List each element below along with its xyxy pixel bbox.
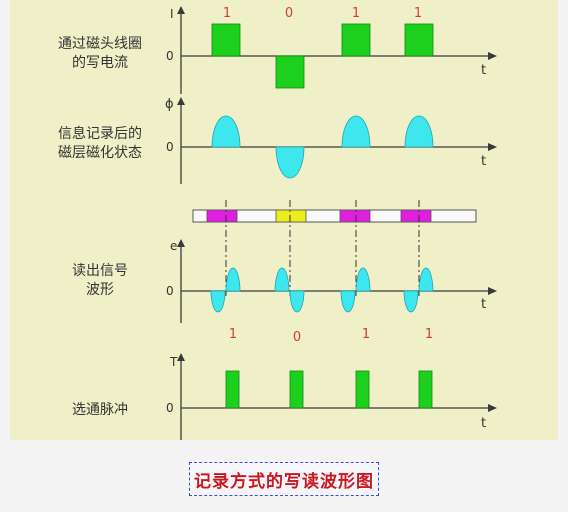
bit-label: 0 [293, 330, 301, 345]
bit-label: 0 [285, 6, 293, 21]
row-label-line: 信息记录后的 [58, 125, 142, 142]
zero-label: 0 [166, 140, 174, 154]
time-label: t [481, 416, 486, 431]
write-pulse-positive [404, 23, 434, 57]
y-axis-symbol: T [169, 355, 178, 369]
bit-label: 1 [425, 327, 433, 342]
row-label-line: 磁层磁化状态 [58, 145, 142, 161]
strobe-pulse [289, 370, 304, 409]
strobe-pulse [355, 370, 370, 409]
bit-label: 1 [352, 6, 360, 21]
recording-medium-strip [192, 209, 477, 223]
bit-label: 1 [414, 6, 422, 21]
row-label-line: 选通脉冲 [72, 402, 128, 418]
row-label-line: 读出信号 [72, 262, 128, 279]
write-pulse-negative [275, 55, 305, 89]
figure-caption-box: 记录方式的写读波形图 [189, 462, 379, 496]
y-axis-symbol: e [170, 239, 177, 253]
y-axis-symbol: ϕ [165, 97, 174, 112]
y-axis-symbol: I [170, 7, 174, 21]
magnetized-cell [400, 209, 432, 223]
magnetized-cell [206, 209, 238, 223]
time-label: t [481, 297, 486, 312]
bit-label: 1 [362, 327, 370, 342]
zero-label: 0 [166, 284, 174, 298]
time-label: t [481, 154, 486, 169]
write-pulse-positive [211, 23, 241, 57]
figure-caption: 记录方式的写读波形图 [194, 471, 374, 492]
strobe-pulse [418, 370, 433, 409]
zero-label: 0 [166, 49, 174, 63]
strobe-pulse [225, 370, 240, 409]
row-label-line: 的写电流 [72, 55, 128, 71]
bit-label: 1 [229, 327, 237, 342]
row-label-line: 波形 [86, 282, 114, 298]
time-label: t [481, 63, 486, 78]
bit-label: 1 [223, 6, 231, 21]
magnetized-cell [275, 209, 307, 223]
waveform-diagram: 1 0 1 1 通过磁头线圈 的写电流 I 0 t 信息记录后的 磁层磁化状态 … [10, 0, 558, 440]
magnetized-cell [339, 209, 371, 223]
zero-label: 0 [166, 401, 174, 415]
row-label-line: 通过磁头线圈 [58, 36, 142, 52]
write-pulse-positive [341, 23, 371, 57]
